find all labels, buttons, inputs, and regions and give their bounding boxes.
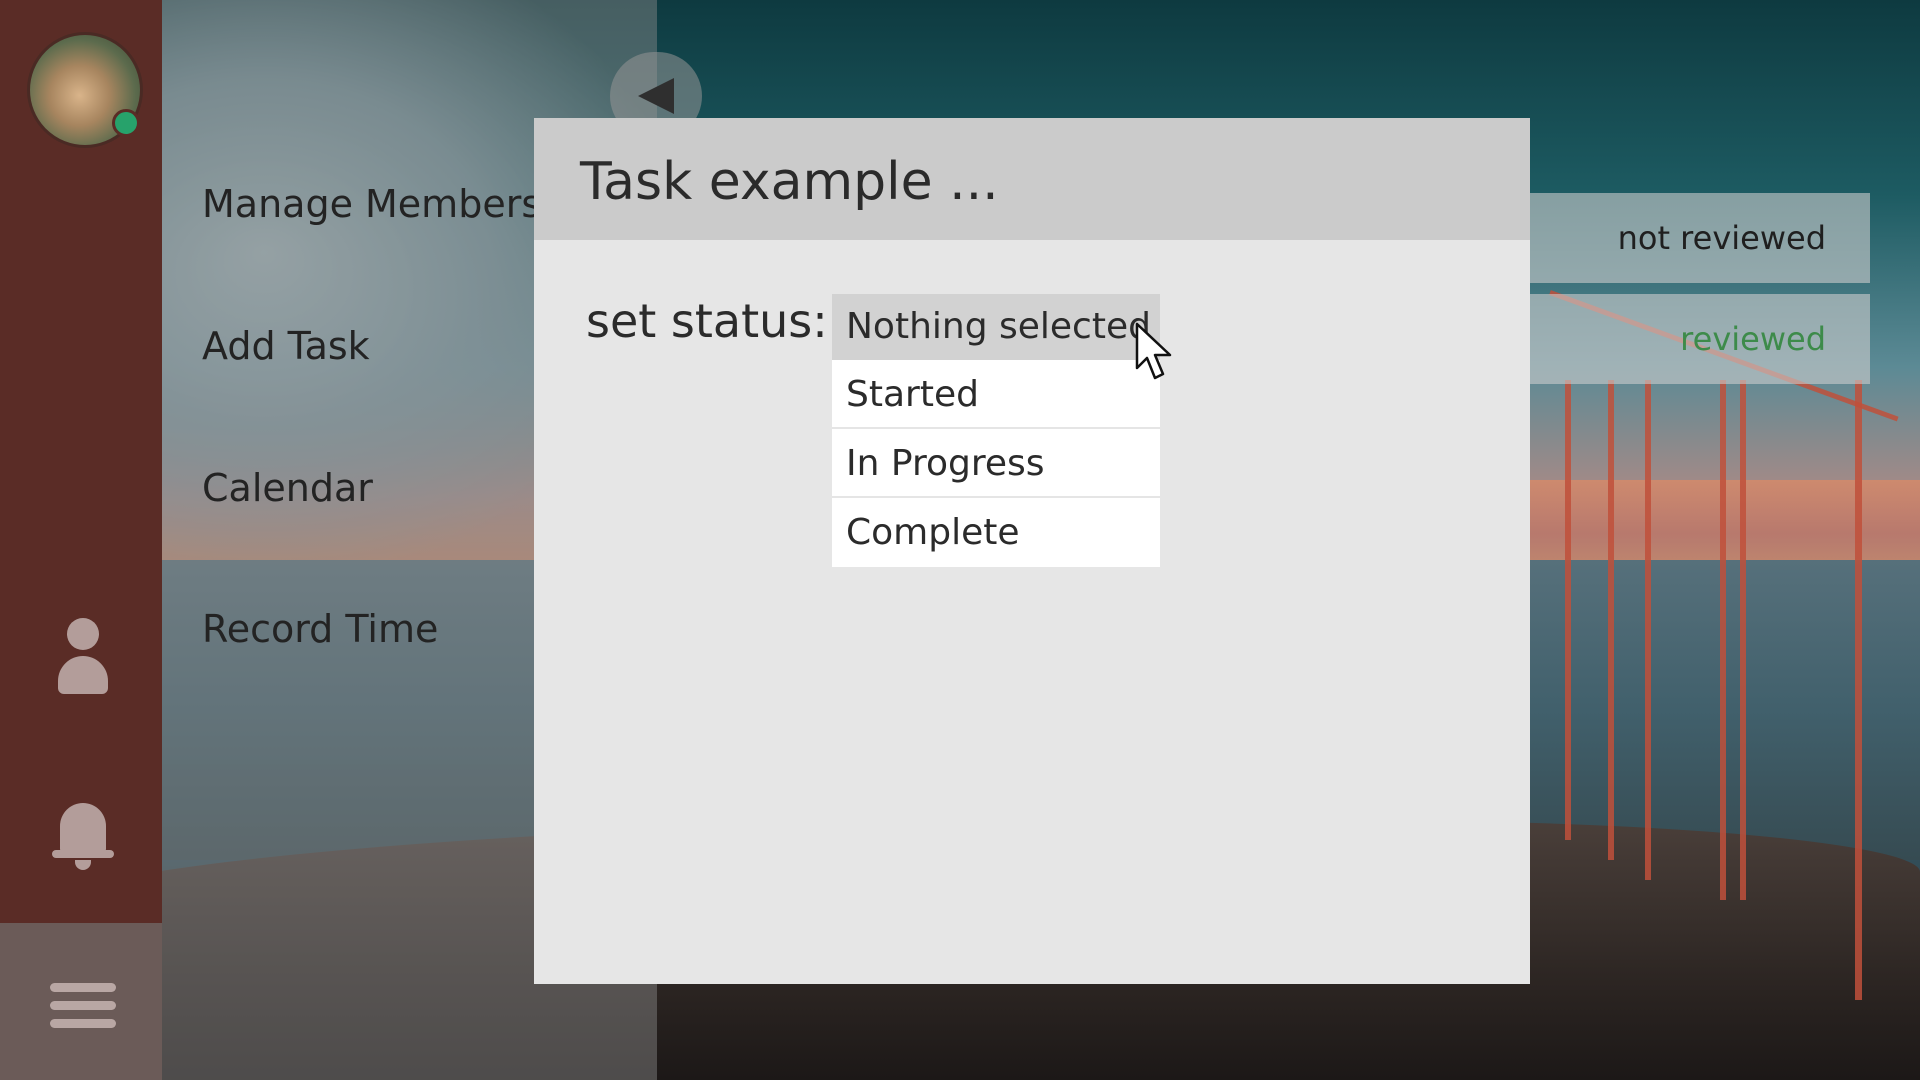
status-label: set status: xyxy=(586,294,828,348)
review-item-not-reviewed[interactable]: not reviewed xyxy=(1500,193,1870,283)
task-modal: Task example ... set status: Nothing sel… xyxy=(534,118,1530,984)
triangle-left-icon xyxy=(638,78,674,114)
status-options-list: Started In Progress Complete xyxy=(832,360,1160,567)
hamburger-menu-icon[interactable] xyxy=(50,980,116,1030)
nav-item-add-task[interactable]: Add Task xyxy=(202,324,370,368)
status-option-started[interactable]: Started xyxy=(832,360,1160,429)
status-option-in-progress[interactable]: In Progress xyxy=(832,429,1160,498)
bell-icon[interactable] xyxy=(50,803,116,875)
modal-header: Task example ... xyxy=(534,118,1530,240)
user-icon[interactable] xyxy=(50,618,116,698)
review-item-reviewed[interactable]: reviewed xyxy=(1500,294,1870,384)
nav-item-calendar[interactable]: Calendar xyxy=(202,466,373,510)
nav-item-manage-members[interactable]: Manage Members xyxy=(202,182,541,226)
mouse-cursor-icon xyxy=(1135,322,1172,380)
status-option-complete[interactable]: Complete xyxy=(832,498,1160,567)
user-avatar[interactable] xyxy=(27,32,143,148)
sidebar-rail xyxy=(0,0,162,1080)
nav-item-record-time[interactable]: Record Time xyxy=(202,607,438,651)
online-status-indicator xyxy=(112,109,140,137)
modal-title: Task example ... xyxy=(580,152,999,212)
status-select[interactable]: Nothing selected xyxy=(832,294,1160,360)
